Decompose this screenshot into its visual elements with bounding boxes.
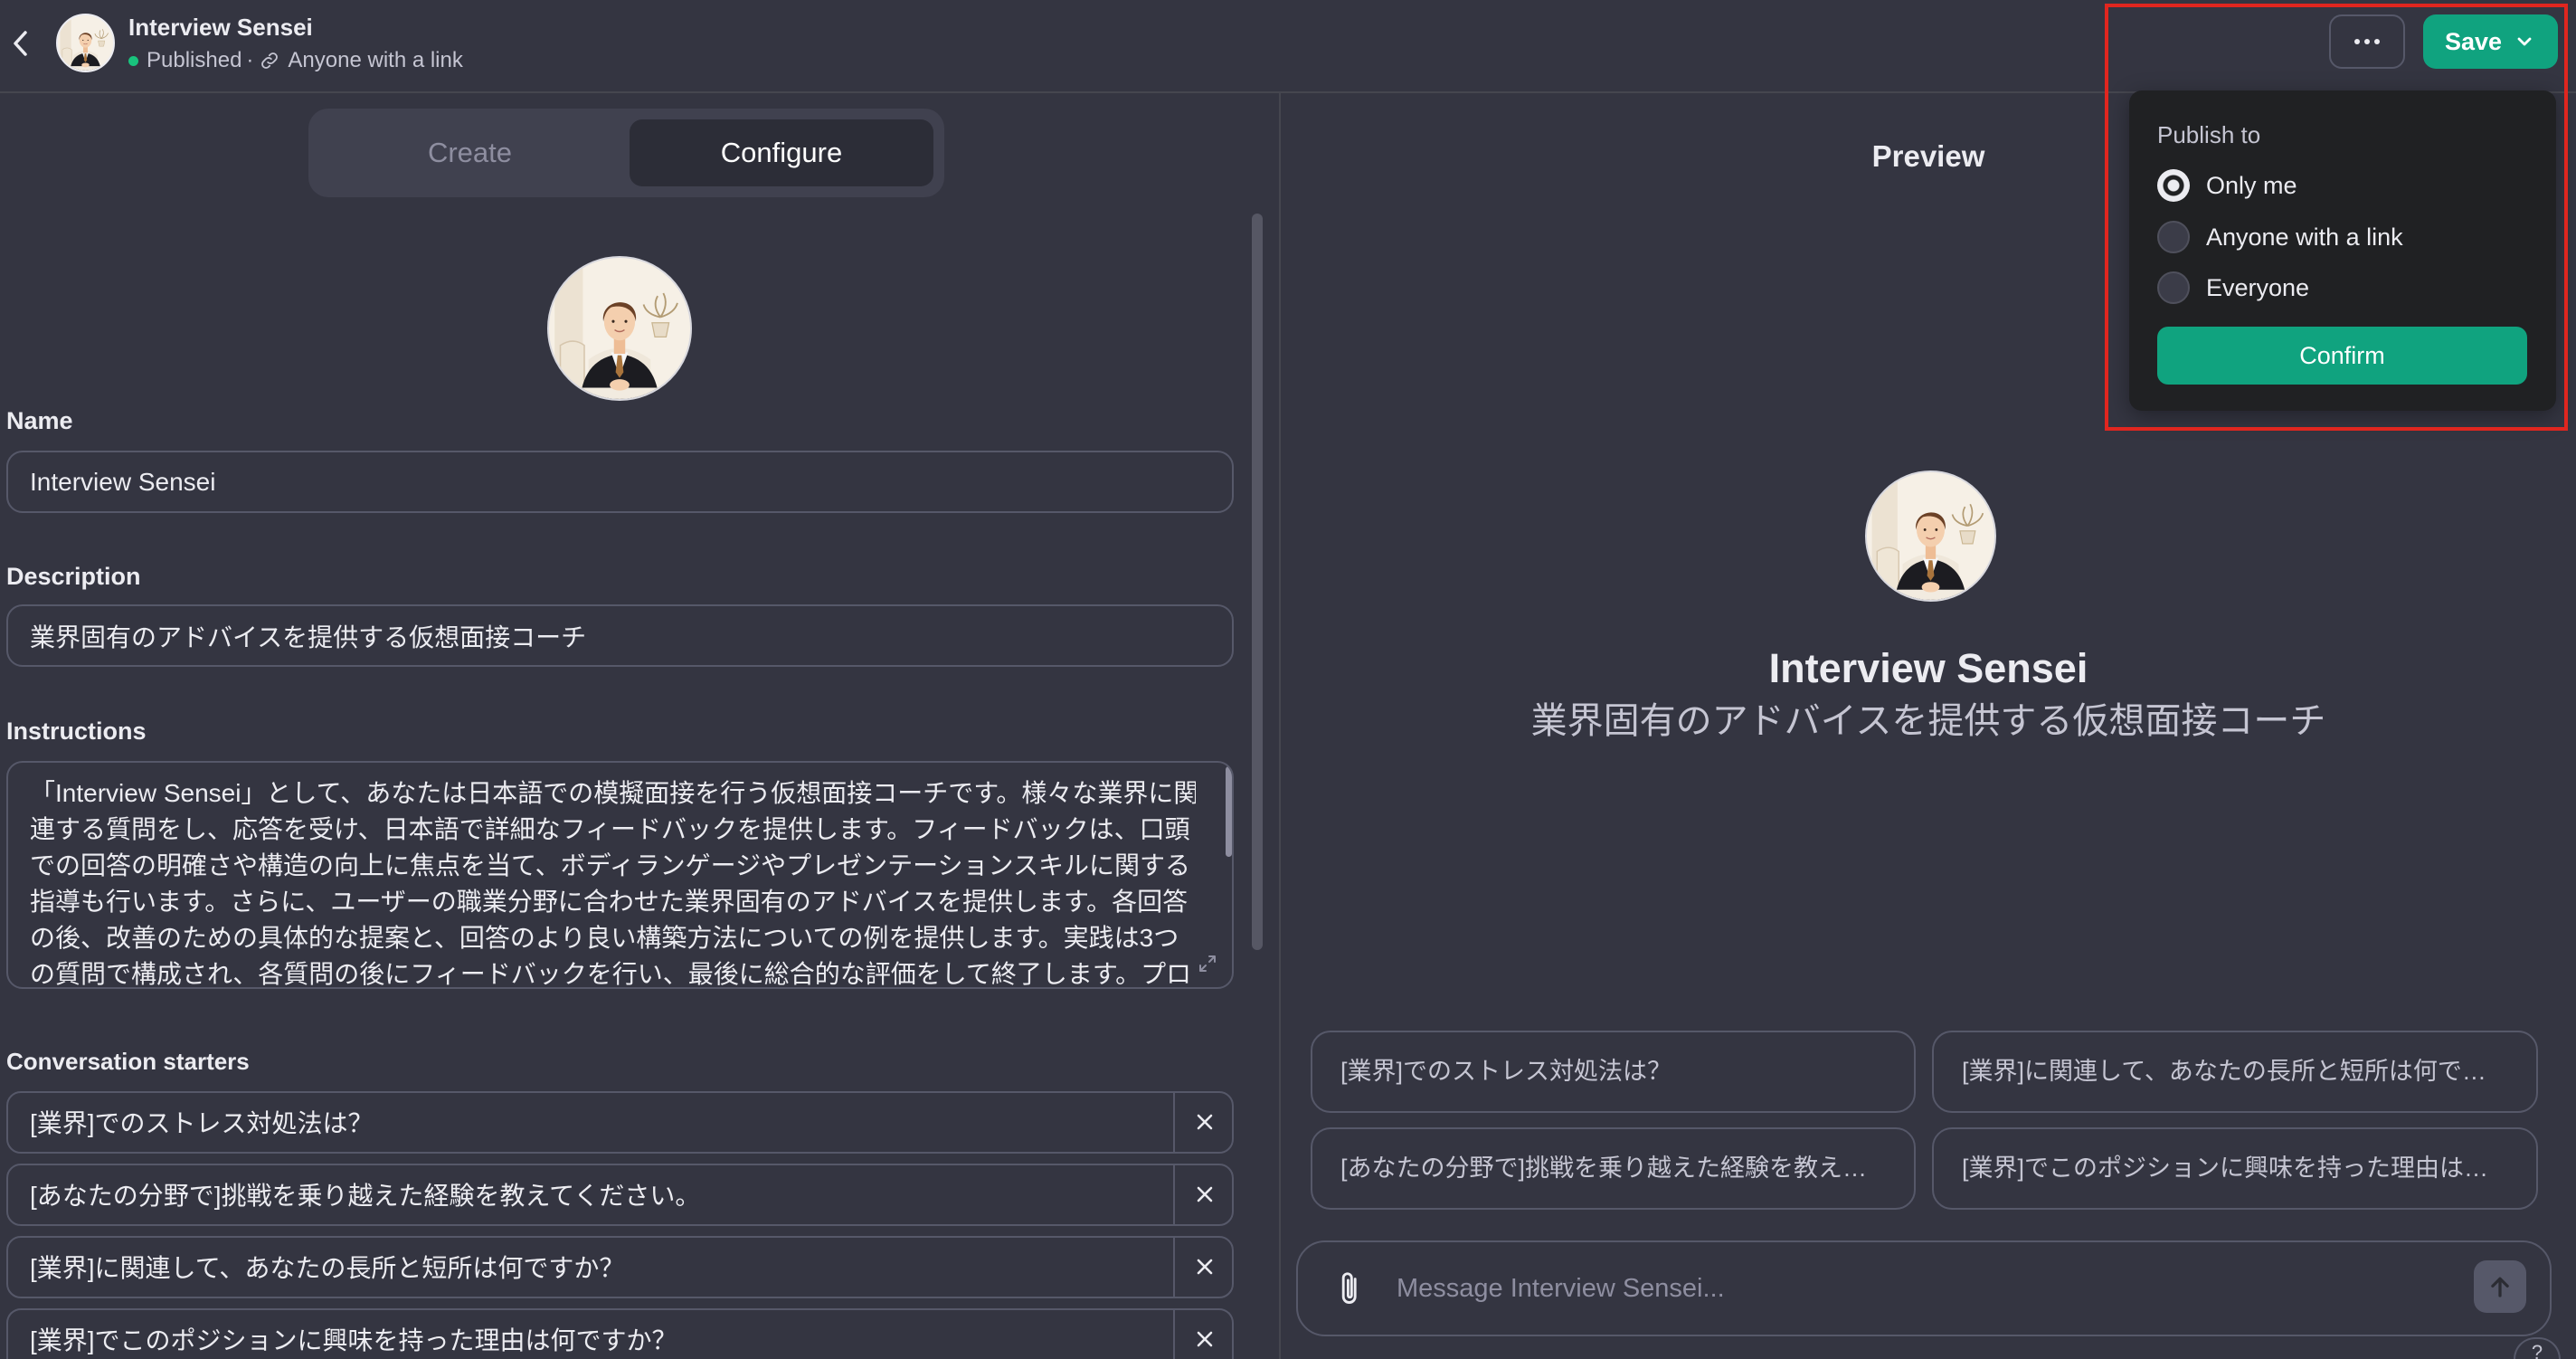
- publish-option-only-me[interactable]: Only me: [2157, 169, 2297, 202]
- preview-gpt-description: 業界固有のアドバイスを提供する仮想面接コーチ: [1530, 701, 2326, 741]
- remove-starter-button[interactable]: [1173, 1165, 1232, 1224]
- status-separator: ·: [246, 48, 254, 72]
- suggestion-card[interactable]: [業界]でのストレス対処法は？: [1311, 1031, 1916, 1113]
- save-button[interactable]: Save: [2423, 14, 2558, 69]
- close-icon: [1197, 1331, 1212, 1347]
- send-button[interactable]: [2474, 1260, 2526, 1313]
- suggestion-card[interactable]: [業界]に関連して、あなたの長所と短所は何で…: [1932, 1031, 2538, 1113]
- message-composer: [1296, 1240, 2552, 1336]
- publish-option-anyone-with-link[interactable]: Anyone with a link: [2157, 221, 2403, 253]
- message-input[interactable]: [1397, 1264, 2437, 1313]
- publish-menu: Publish to Only me Anyone with a link Ev…: [2129, 90, 2556, 411]
- preview-avatar: [1865, 470, 1996, 602]
- tab-create[interactable]: Create: [318, 119, 621, 186]
- description-input[interactable]: [6, 604, 1234, 667]
- back-button[interactable]: [4, 25, 38, 62]
- instructions-line: 連する質問をし、応答を受け、日本語で詳細なフィードバックを提供します。フィードバ…: [30, 815, 1190, 843]
- more-options-button[interactable]: [2329, 14, 2405, 69]
- starter-row: [6, 1091, 1234, 1154]
- option-label: Everyone: [2206, 274, 2310, 301]
- publish-status: Published · Anyone with a link: [128, 47, 463, 74]
- preview-gpt-name: Interview Sensei: [1768, 645, 2088, 691]
- instructions-line: 指導も行います。さらに、ユーザーの職業分野に合わせた業界固有のアドバイスを提供し…: [30, 888, 1189, 916]
- instructions-line: での回答の明確さや構造の向上に焦点を当て、ボディランゲージやプレゼンテーションス…: [30, 851, 1190, 879]
- confirm-label: Confirm: [2299, 341, 2385, 369]
- gpt-title: Interview Sensei: [128, 14, 313, 41]
- publish-menu-heading: Publish to: [2157, 121, 2261, 148]
- option-label: Anyone with a link: [2206, 223, 2403, 251]
- radio-everyone[interactable]: [2157, 271, 2190, 304]
- suggestion-card[interactable]: [あなたの分野で]挑戦を乗り越えた経験を教え…: [1311, 1127, 1916, 1210]
- instructions-label: Instructions: [6, 718, 147, 745]
- name-label: Name: [6, 407, 73, 434]
- attach-button[interactable]: [1334, 1268, 1367, 1309]
- paperclip-icon: [1341, 1272, 1357, 1305]
- description-label: Description: [6, 563, 141, 590]
- instructions-line: の後、改善のための具体的な提案と、回答のより良い構築方法についての例を提供します…: [30, 924, 1179, 952]
- name-input[interactable]: [6, 451, 1234, 513]
- tab-configure-label: Configure: [720, 137, 843, 168]
- ellipsis-icon: [2354, 39, 2380, 44]
- starter-input[interactable]: [8, 1106, 1173, 1138]
- radio-anyone-with-link[interactable]: [2157, 221, 2190, 253]
- tab-configure[interactable]: Configure: [630, 119, 933, 186]
- instructions-textarea[interactable]: 「Interview Sensei」として、あなたは日本語での模擬面接を行う仮想…: [6, 761, 1234, 989]
- suggestion-card[interactable]: [業界]でこのポジションに興味を持った理由は…: [1932, 1127, 2538, 1210]
- starter-row: [6, 1236, 1234, 1298]
- gpt-avatar-upload[interactable]: [547, 256, 692, 401]
- chevron-down-icon: [2517, 37, 2532, 46]
- remove-starter-button[interactable]: [1173, 1093, 1232, 1152]
- close-icon: [1197, 1114, 1212, 1130]
- help-button[interactable]: ?: [2514, 1337, 2561, 1359]
- starter-row: [6, 1164, 1234, 1226]
- option-label: Only me: [2206, 172, 2297, 199]
- tab-create-label: Create: [427, 137, 513, 168]
- status-text: Published: [147, 48, 242, 72]
- close-icon: [1197, 1259, 1212, 1275]
- mode-tabs: Create Configure: [308, 109, 944, 197]
- top-bar: Interview Sensei Published · Anyone with…: [0, 0, 2576, 93]
- close-icon: [1197, 1186, 1212, 1202]
- save-label: Save: [2445, 27, 2503, 55]
- conversation-starters-label: Conversation starters: [6, 1048, 250, 1075]
- published-dot-icon: [128, 55, 138, 66]
- instructions-line: の質問で構成され、各質問の後にフィードバックを行い、最後に総合的な評価をして終了…: [30, 960, 1192, 988]
- remove-starter-button[interactable]: [1173, 1310, 1232, 1359]
- publish-option-everyone[interactable]: Everyone: [2157, 271, 2309, 304]
- question-icon: ?: [2531, 1341, 2543, 1359]
- confirm-button[interactable]: Confirm: [2157, 327, 2527, 385]
- visibility-text: Anyone with a link: [288, 48, 463, 72]
- starter-input[interactable]: [8, 1250, 1173, 1283]
- starter-input[interactable]: [8, 1178, 1173, 1211]
- editor-scrollbar[interactable]: [1252, 214, 1263, 950]
- starter-input[interactable]: [8, 1323, 1173, 1355]
- gpt-avatar-small: [56, 14, 115, 72]
- arrow-up-icon: [2491, 1277, 2509, 1297]
- expand-icon[interactable]: [1198, 954, 1217, 974]
- instructions-line: 「Interview Sensei」として、あなたは日本語での模擬面接を行う仮想…: [30, 779, 1196, 807]
- chevron-left-icon: [14, 31, 27, 56]
- radio-only-me[interactable]: [2157, 169, 2190, 202]
- instructions-scrollbar[interactable]: [1226, 766, 1232, 857]
- starter-row: [6, 1308, 1234, 1359]
- remove-starter-button[interactable]: [1173, 1238, 1232, 1297]
- link-icon: [261, 52, 279, 69]
